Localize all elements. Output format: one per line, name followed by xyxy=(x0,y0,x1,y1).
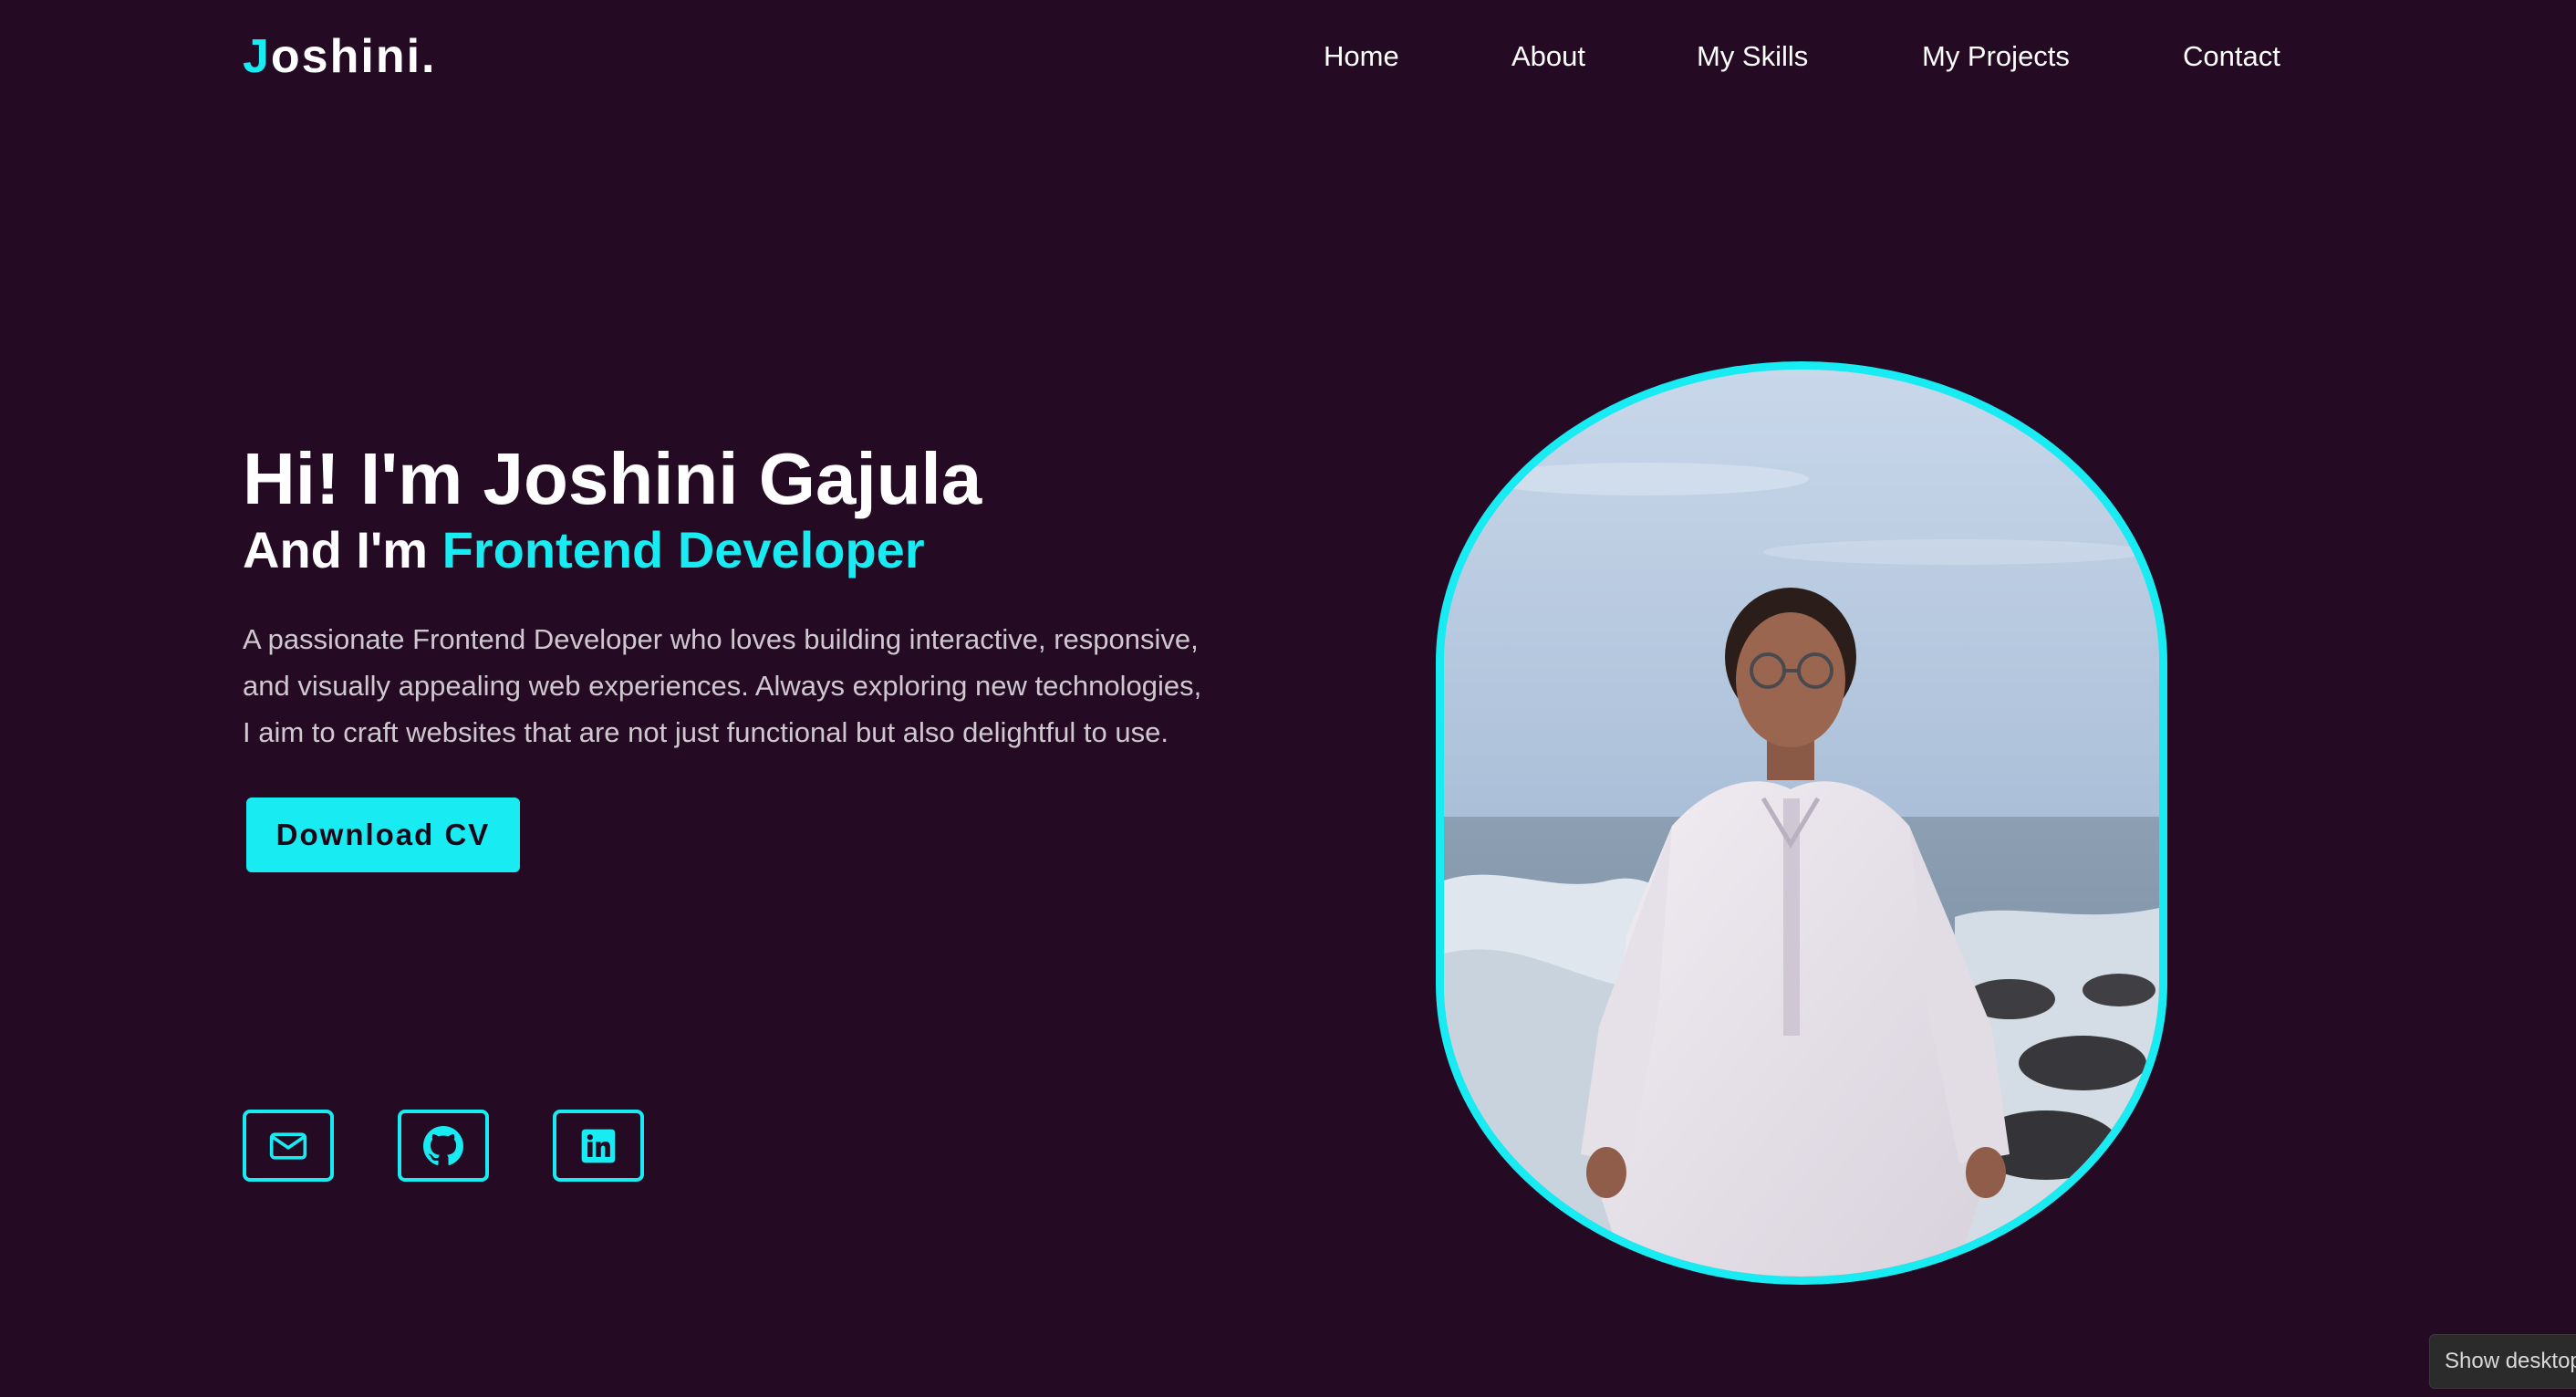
download-cv-button[interactable]: Download CV xyxy=(246,798,520,872)
main-nav: Home About My Skills My Projects Contact xyxy=(0,36,2576,77)
mail-icon xyxy=(269,1131,307,1160)
show-desktop-tooltip: Show desktop xyxy=(2429,1334,2576,1389)
role-highlight: Frontend Developer xyxy=(441,521,925,579)
nav-contact[interactable]: Contact xyxy=(2183,36,2280,77)
linkedin-icon xyxy=(581,1129,616,1162)
role-prefix: And I'm xyxy=(243,521,442,579)
hero-bio: A passionate Frontend Developer who love… xyxy=(243,616,1264,756)
portfolio-page: Joshini. Home About My Skills My Project… xyxy=(0,0,2576,1397)
hero-role: And I'm Frontend Developer xyxy=(243,518,925,582)
profile-photo xyxy=(1444,370,2159,1277)
bio-line: and visually appealing web experiences. … xyxy=(243,670,1202,702)
github-icon xyxy=(423,1125,463,1165)
bio-line: I aim to craft websites that are not jus… xyxy=(243,716,1169,748)
nav-my-skills[interactable]: My Skills xyxy=(1697,36,1808,77)
bio-line: A passionate Frontend Developer who love… xyxy=(243,623,1199,655)
email-link[interactable] xyxy=(243,1110,334,1182)
hero-greeting: Hi! I'm Joshini Gajula xyxy=(243,438,982,519)
nav-my-projects[interactable]: My Projects xyxy=(1922,36,2070,77)
linkedin-link[interactable] xyxy=(553,1110,644,1182)
nav-about[interactable]: About xyxy=(1511,36,1585,77)
github-link[interactable] xyxy=(398,1110,489,1182)
profile-photo-frame xyxy=(1436,361,2167,1285)
nav-home[interactable]: Home xyxy=(1324,36,1399,77)
